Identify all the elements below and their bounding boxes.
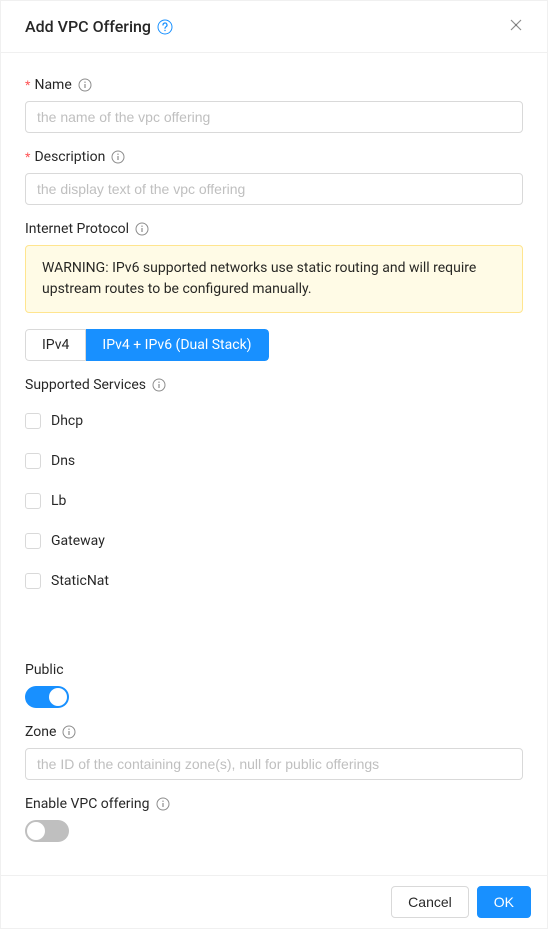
staticnat-checkbox[interactable]	[25, 573, 41, 589]
title-text: Add VPC Offering	[25, 17, 151, 36]
service-row-dhcp: Dhcp	[25, 401, 519, 441]
close-button[interactable]	[509, 18, 523, 36]
enable-offering-switch[interactable]	[25, 820, 69, 842]
name-label: * Name	[25, 77, 523, 93]
public-switch[interactable]	[25, 686, 69, 708]
modal-header: Add VPC Offering	[1, 1, 547, 53]
switch-knob	[27, 822, 45, 840]
services-label-text: Supported Services	[25, 377, 146, 393]
dhcp-checkbox[interactable]	[25, 413, 41, 429]
required-mark: *	[25, 149, 30, 165]
service-row-dns: Dns	[25, 441, 519, 481]
zone-label-text: Zone	[25, 724, 56, 740]
service-row-gateway: Gateway	[25, 521, 519, 561]
public-label: Public	[25, 662, 523, 678]
ipv6-warning-alert: WARNING: IPv6 supported networks use sta…	[25, 245, 523, 313]
service-label: StaticNat	[51, 573, 109, 589]
info-icon[interactable]	[111, 150, 125, 164]
service-label: Dhcp	[51, 413, 83, 429]
dns-checkbox[interactable]	[25, 453, 41, 469]
enable-offering-label: Enable VPC offering	[25, 796, 523, 812]
service-label: Gateway	[51, 533, 105, 549]
ip-label-text: Internet Protocol	[25, 221, 129, 237]
enable-label-text: Enable VPC offering	[25, 796, 150, 812]
cancel-button[interactable]: Cancel	[391, 886, 469, 918]
modal-title: Add VPC Offering	[25, 17, 173, 36]
services-scroll-list[interactable]: Dhcp Dns Lb Gateway StaticNat	[25, 401, 523, 646]
service-row-staticnat: StaticNat	[25, 561, 519, 601]
ipv4-option[interactable]: IPv4	[25, 329, 86, 361]
description-input[interactable]	[25, 173, 523, 205]
zone-label: Zone	[25, 724, 523, 740]
supported-services-group: Supported Services Dhcp Dns Lb	[25, 377, 523, 646]
zone-field-group: Zone	[25, 724, 523, 780]
info-icon[interactable]	[156, 797, 170, 811]
internet-protocol-group: Internet Protocol WARNING: IPv6 supporte…	[25, 221, 523, 361]
ipv4-ipv6-option[interactable]: IPv4 + IPv6 (Dual Stack)	[86, 329, 268, 361]
lb-checkbox[interactable]	[25, 493, 41, 509]
add-vpc-offering-modal: Add VPC Offering * Name	[0, 0, 548, 929]
service-row-lb: Lb	[25, 481, 519, 521]
modal-body: * Name * Description Internet Protocol	[1, 53, 547, 875]
enable-offering-group: Enable VPC offering	[25, 796, 523, 842]
public-field-group: Public	[25, 662, 523, 708]
service-label: Lb	[51, 493, 66, 509]
required-mark: *	[25, 77, 30, 93]
info-icon[interactable]	[62, 725, 76, 739]
supported-services-label: Supported Services	[25, 377, 523, 393]
switch-knob	[49, 688, 67, 706]
help-icon[interactable]	[157, 19, 173, 35]
description-label-text: Description	[34, 149, 105, 165]
ok-button[interactable]: OK	[477, 886, 531, 918]
info-icon[interactable]	[135, 222, 149, 236]
zone-input[interactable]	[25, 748, 523, 780]
gateway-checkbox[interactable]	[25, 533, 41, 549]
description-field-group: * Description	[25, 149, 523, 205]
info-icon[interactable]	[78, 78, 92, 92]
info-icon[interactable]	[152, 378, 166, 392]
name-input[interactable]	[25, 101, 523, 133]
name-field-group: * Name	[25, 77, 523, 133]
public-label-text: Public	[25, 662, 64, 678]
modal-footer: Cancel OK	[1, 875, 547, 928]
name-label-text: Name	[34, 77, 71, 93]
description-label: * Description	[25, 149, 523, 165]
service-label: Dns	[51, 453, 75, 469]
internet-protocol-label: Internet Protocol	[25, 221, 523, 237]
ip-radio-group: IPv4 IPv4 + IPv6 (Dual Stack)	[25, 329, 269, 361]
